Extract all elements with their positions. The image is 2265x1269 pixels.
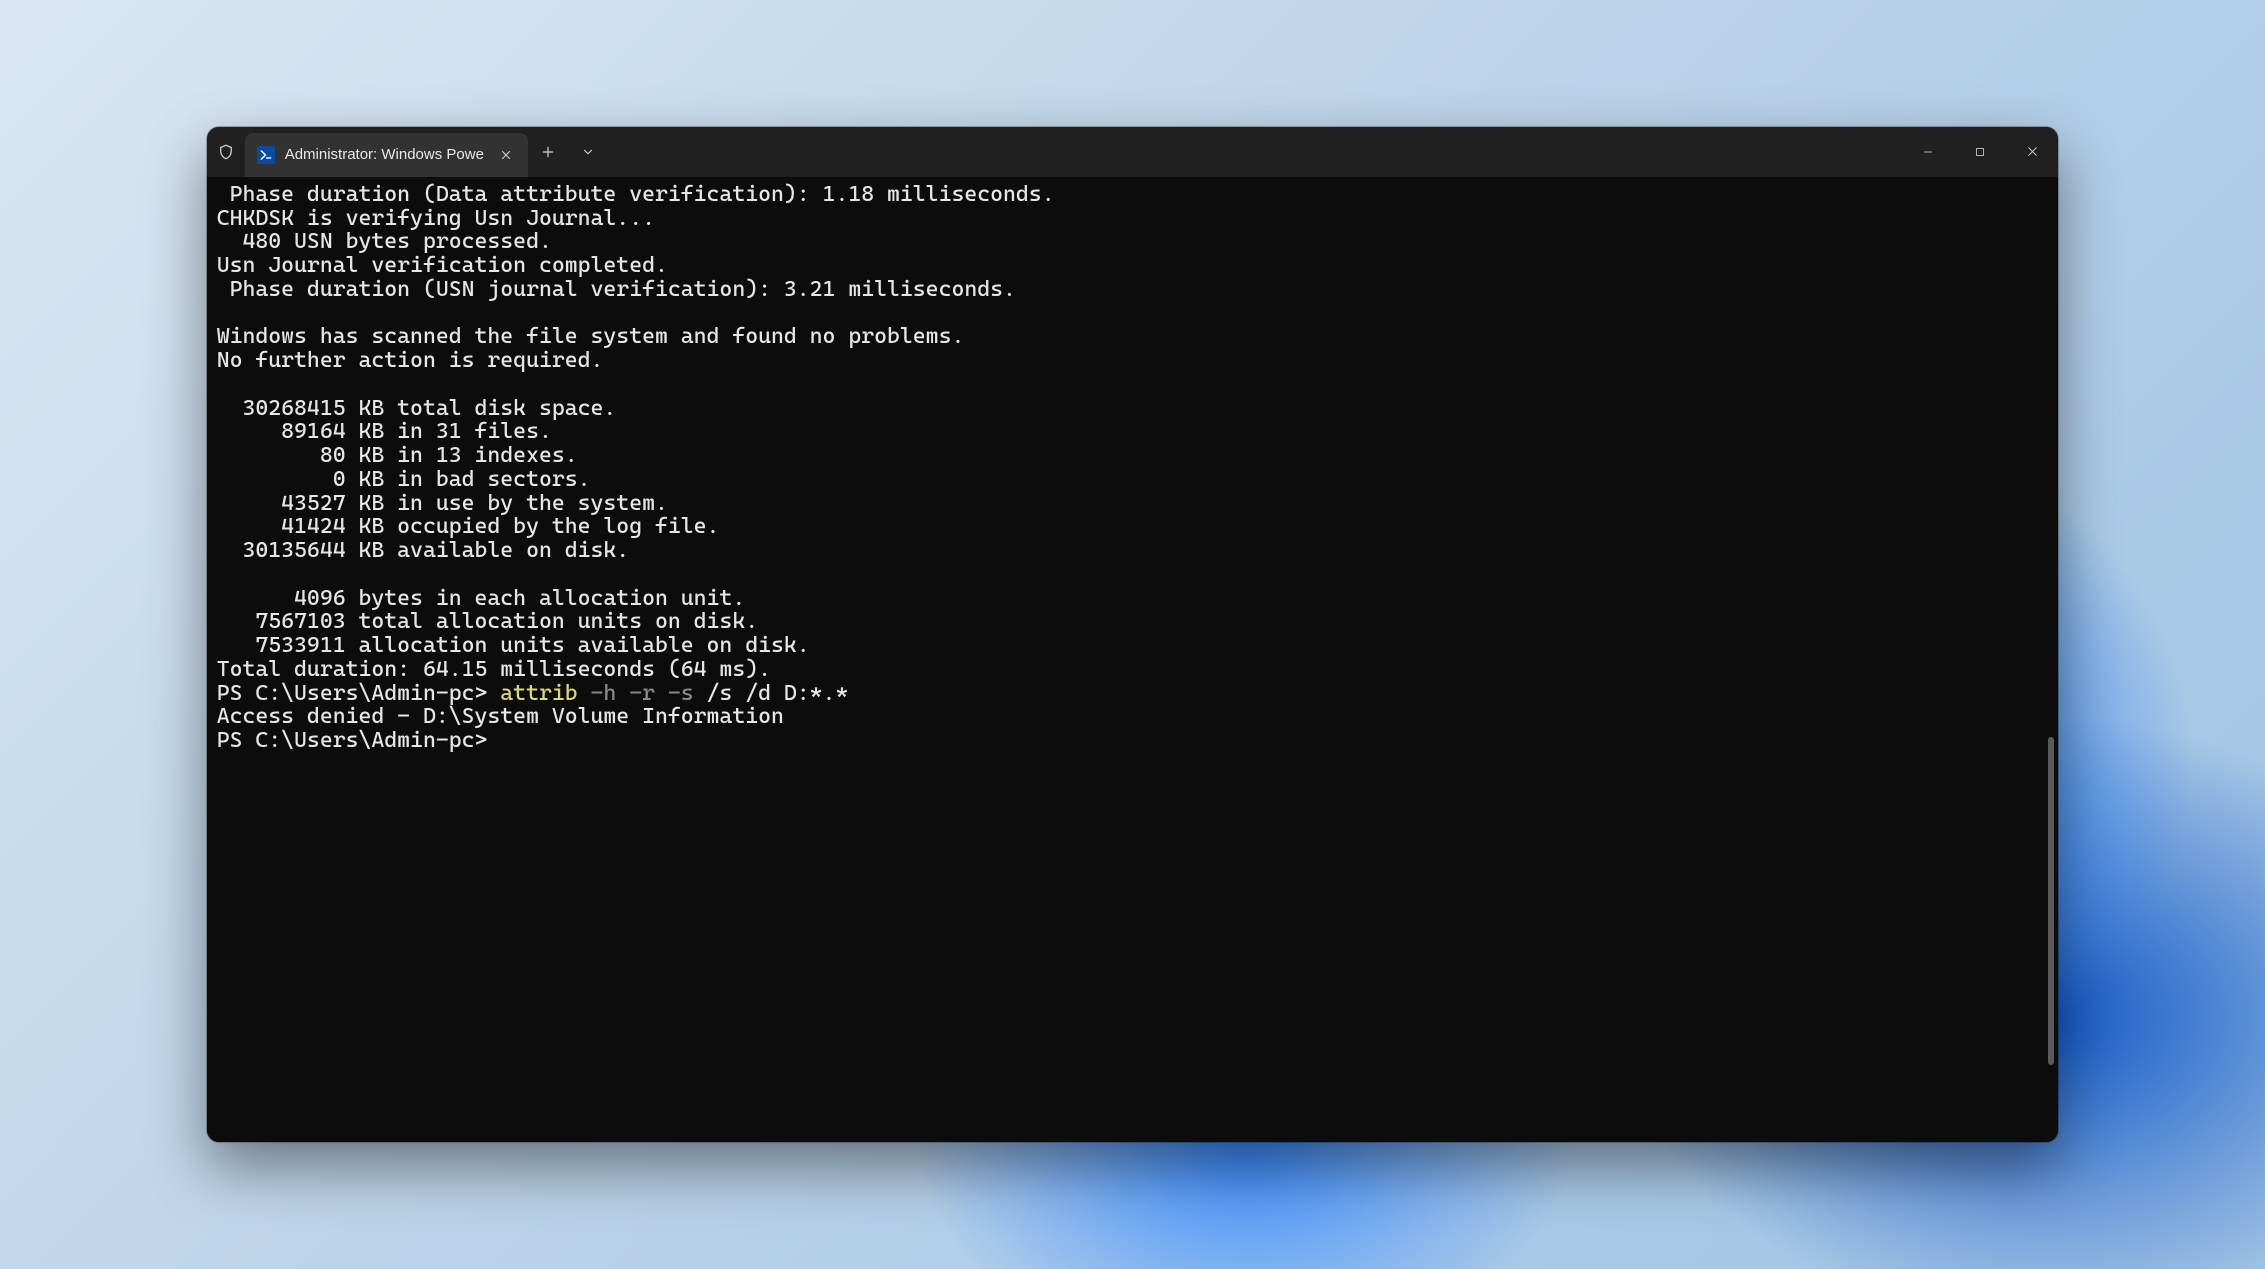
tab-title: Administrator: Windows Powe [285,146,484,163]
new-tab-button[interactable] [528,145,568,159]
titlebar-drag-region[interactable] [608,127,1902,177]
close-window-button[interactable] [2006,127,2058,177]
terminal-window: Administrator: Windows Powe [207,127,2059,1142]
terminal-pane[interactable]: Phase duration (Data attribute verificat… [207,177,2059,1142]
tab-close-button[interactable] [494,143,518,167]
shield-icon [207,143,245,161]
maximize-button[interactable] [1954,127,2006,177]
tab-powershell[interactable]: Administrator: Windows Powe [245,133,528,177]
titlebar[interactable]: Administrator: Windows Powe [207,127,2059,177]
powershell-icon [257,146,275,164]
scrollbar-thumb[interactable] [2048,737,2054,1065]
minimize-button[interactable] [1902,127,1954,177]
tab-dropdown-button[interactable] [568,145,608,159]
terminal-output: Phase duration (Data attribute verificat… [217,183,2049,753]
